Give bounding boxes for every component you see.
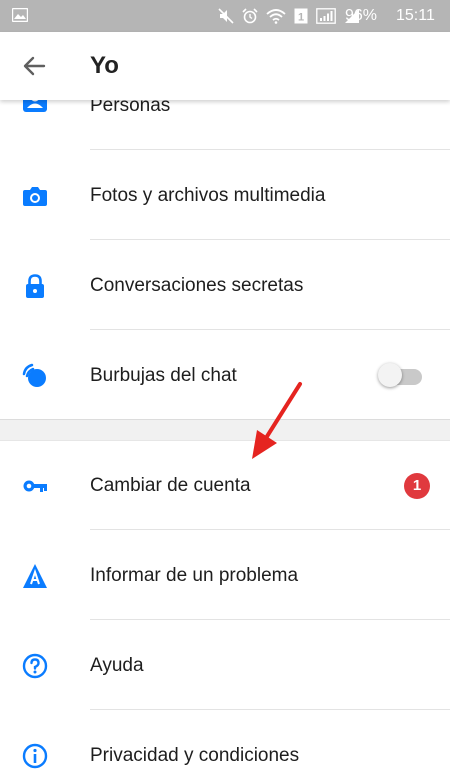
menu-item-burbujas[interactable]: Burbujas del chat (0, 330, 450, 420)
menu-label: Ayuda (90, 655, 144, 676)
help-icon (22, 653, 48, 679)
page-title: Yo (90, 52, 119, 79)
app-bar: Yo (0, 32, 450, 100)
key-icon (23, 480, 47, 492)
battery-percent: 96% (345, 7, 378, 24)
camera-icon (23, 187, 47, 206)
report-problem-icon (23, 564, 47, 588)
image-icon (12, 8, 28, 22)
menu-label: Privacidad y condiciones (90, 745, 300, 766)
menu-label: Informar de un problema (90, 565, 299, 586)
section-divider (0, 419, 450, 441)
menu-label: Burbujas del chat (90, 365, 237, 386)
toggle-knob (378, 363, 402, 387)
clock: 15:11 (396, 7, 435, 24)
menu-item-cambiar-cuenta[interactable]: Cambiar de cuenta 1 (0, 440, 450, 530)
menu-label: Cambiar de cuenta (90, 475, 251, 496)
back-arrow-icon[interactable] (20, 52, 48, 80)
menu-label: Conversaciones secretas (90, 275, 304, 296)
lock-icon (26, 274, 44, 298)
menu-item-secretas[interactable]: Conversaciones secretas (0, 240, 450, 330)
menu-item-informar-problema[interactable]: Informar de un problema (0, 530, 450, 620)
menu-label: Fotos y archivos multimedia (90, 185, 326, 206)
settings-list: Personas Fotos y archivos multimedia Con… (0, 60, 450, 770)
wifi-icon (266, 9, 286, 24)
sim-badge: 1 (298, 12, 304, 24)
mute-icon (218, 8, 234, 24)
sim-icon: 1 (294, 8, 308, 24)
signal-icon (316, 8, 336, 24)
notification-badge: 1 (404, 473, 430, 499)
menu-item-privacidad[interactable]: Privacidad y condiciones (0, 710, 450, 770)
chat-heads-toggle[interactable] (378, 363, 424, 387)
menu-item-ayuda[interactable]: Ayuda (0, 620, 450, 710)
info-icon (22, 743, 48, 769)
alarm-icon (242, 8, 258, 24)
menu-item-fotos[interactable]: Fotos y archivos multimedia (0, 150, 450, 240)
chat-heads-icon (22, 363, 46, 387)
status-bar: 1 96% 15:11 (0, 0, 450, 32)
